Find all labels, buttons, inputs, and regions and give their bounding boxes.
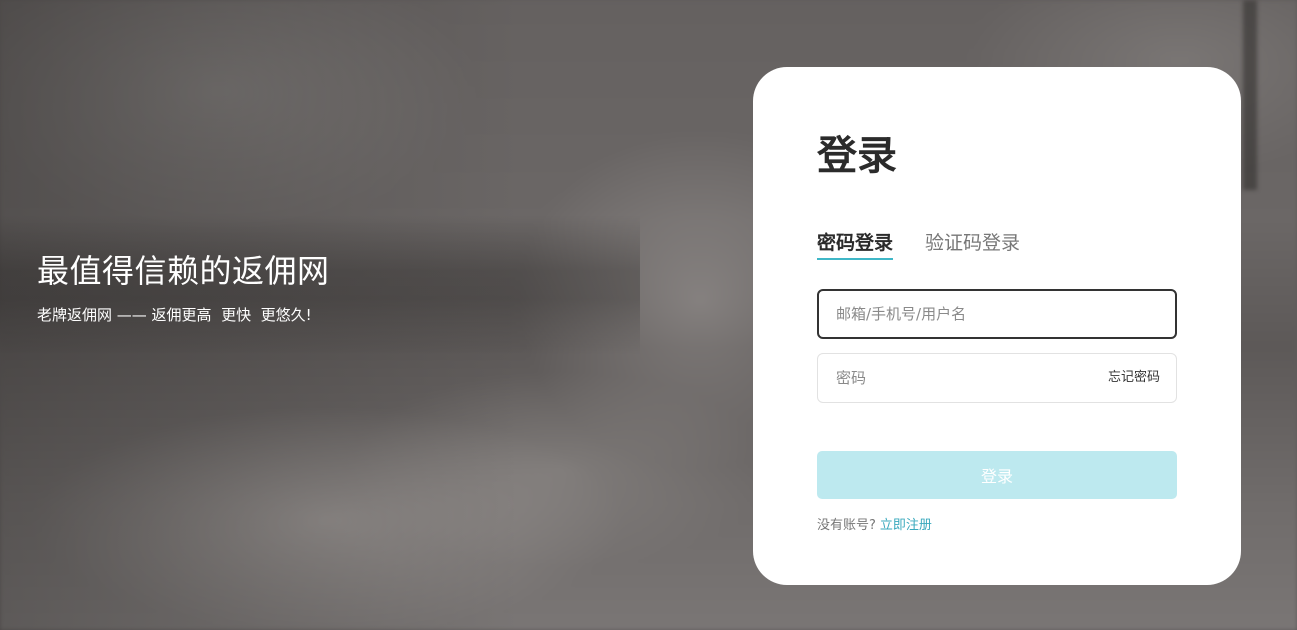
- hero-section: 最值得信赖的返佣网 老牌返佣网 —— 返佣更高 更快 更悠久!: [37, 250, 330, 325]
- account-input[interactable]: [819, 291, 1175, 337]
- tab-code-login[interactable]: 验证码登录: [925, 230, 1020, 260]
- login-tabs: 密码登录 验证码登录: [817, 230, 1020, 260]
- hero-subtitle: 老牌返佣网 —— 返佣更高 更快 更悠久!: [37, 306, 312, 324]
- tab-password-login[interactable]: 密码登录: [817, 230, 894, 260]
- password-field: 忘记密码: [817, 353, 1177, 403]
- login-button[interactable]: 登录: [817, 451, 1177, 499]
- register-row: 没有账号? 立即注册: [817, 517, 932, 535]
- account-field: [817, 289, 1177, 339]
- register-prompt: 没有账号?: [817, 518, 876, 533]
- login-card: 登录 密码登录 验证码登录 忘记密码 登录 没有账号? 立即注册: [753, 67, 1241, 585]
- forgot-password-link[interactable]: 忘记密码: [1108, 369, 1160, 387]
- hero-title: 最值得信赖的返佣网: [37, 252, 330, 290]
- background-stripe: [1243, 0, 1257, 190]
- login-title: 登录: [817, 133, 897, 179]
- register-link[interactable]: 立即注册: [880, 518, 932, 533]
